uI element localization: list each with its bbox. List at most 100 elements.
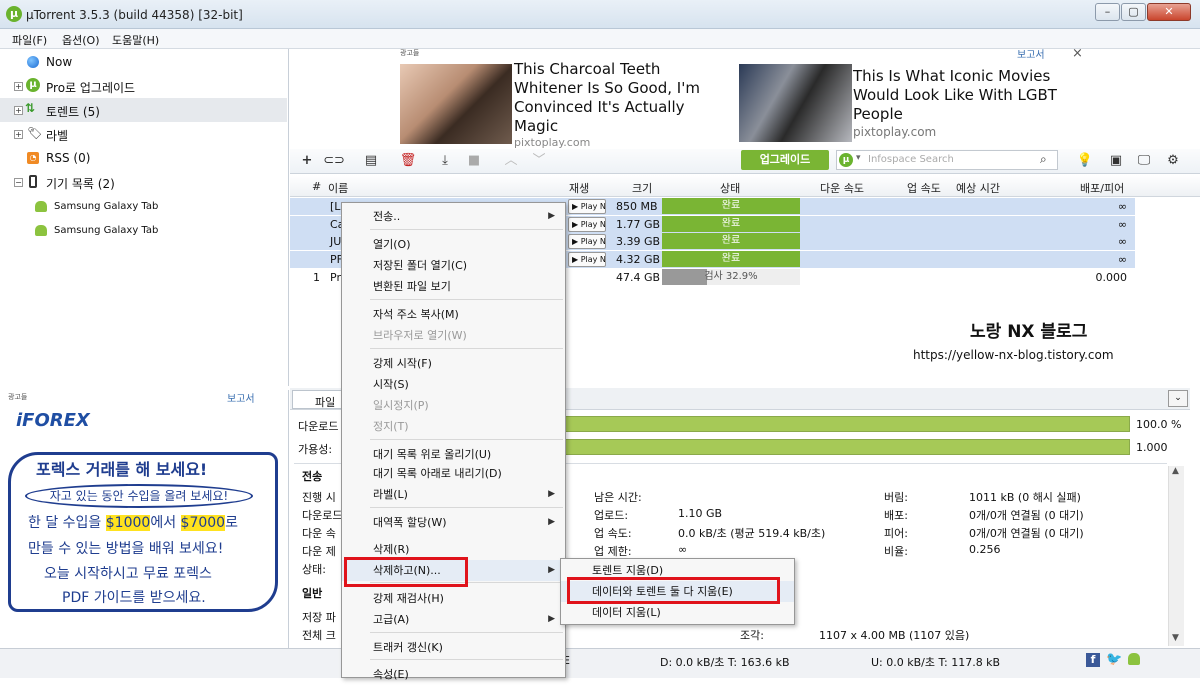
submenu-arrow-icon: ▶ <box>548 565 555 575</box>
add-url-icon[interactable]: ⊂⊃ <box>323 152 345 170</box>
ctx-properties[interactable]: 속성(E) <box>342 664 565 685</box>
col-up-speed[interactable]: 업 속도 <box>907 180 941 196</box>
ctx-open[interactable]: 열기(O) <box>342 234 565 255</box>
sidebar-item-devices[interactable]: − 기기 목록 (2) <box>0 170 287 194</box>
col-status[interactable]: 상태 <box>720 180 740 196</box>
menu-item-label: 라벨(L) <box>373 488 408 501</box>
transfer-heading: 전송 <box>302 470 323 483</box>
sidebar-item-labels[interactable]: + 🏷 라벨 <box>0 122 287 146</box>
field-value: 0.256 <box>969 543 1001 556</box>
globe-icon <box>27 56 39 68</box>
menu-file[interactable]: 파일(F) <box>12 32 47 48</box>
search-input[interactable]: Infospace Search <box>868 154 954 165</box>
row-size: 4.32 GB <box>616 253 661 266</box>
col-play[interactable]: 재생 <box>569 180 589 196</box>
bottom-ad-banner[interactable]: 광고들 보고서 iFOREX 포렉스 거래를 해 보세요! 자고 있는 동안 수… <box>0 390 289 648</box>
ad2-image[interactable] <box>739 64 852 142</box>
ctx-queue-up[interactable]: 대기 목록 위로 올리기(U) <box>342 444 565 465</box>
sidebar-item-device-1[interactable]: Samsung Galaxy Tab <box>0 195 287 219</box>
search-icon[interactable]: ⌕ <box>1040 152 1047 167</box>
tab-files[interactable]: 파일 <box>292 390 342 409</box>
col-name[interactable]: 이름 <box>328 180 348 196</box>
ctx-label[interactable]: 라벨(L) ▶ <box>342 484 565 505</box>
menu-separator <box>370 659 563 660</box>
upgrade-button[interactable]: 업그레이드 <box>741 150 829 170</box>
top-ad-banner[interactable]: 광고들 보고서 × This Charcoal Teeth Whitener I… <box>290 46 1200 149</box>
submenu-arrow-icon: ▶ <box>548 614 555 624</box>
chat-icon[interactable]: ▣ <box>1105 152 1127 170</box>
scroll-down-icon[interactable]: ▼ <box>1172 633 1179 643</box>
facebook-icon[interactable]: f <box>1086 653 1100 667</box>
col-eta[interactable]: 예상 시간 <box>956 180 1000 196</box>
field-value: ∞ <box>678 543 688 556</box>
ad-report-link[interactable]: 보고서 <box>227 390 255 405</box>
ctx-open-browser[interactable]: 브라우저로 열기(W) <box>342 325 565 346</box>
col-down-speed[interactable]: 다운 속도 <box>820 180 864 196</box>
ctx-queue-down[interactable]: 대기 목록 아래로 내리기(D) <box>342 463 565 484</box>
ctx-update-tracker[interactable]: 트래커 갱신(K) <box>342 637 565 658</box>
ctx-pause[interactable]: 일시정지(P) <box>342 395 565 416</box>
sidebar-item-device-2[interactable]: Samsung Galaxy Tab <box>0 219 287 243</box>
monitor-icon[interactable]: 🖵 <box>1133 152 1155 170</box>
minimize-button[interactable]: – <box>1095 3 1120 21</box>
ctx-bandwidth[interactable]: 대역폭 할당(W) ▶ <box>342 512 565 533</box>
ctx-force-start[interactable]: 강제 시작(F) <box>342 353 565 374</box>
expand-icon[interactable]: + <box>14 82 23 91</box>
bulb-icon[interactable]: 💡 <box>1074 152 1096 170</box>
gear-icon[interactable]: ⚙ <box>1162 152 1184 170</box>
delete-icon[interactable]: 🗑 <box>397 152 419 170</box>
ad2-text[interactable]: This Is What Iconic Movies Would Look Li… <box>853 67 1078 124</box>
expand-icon[interactable]: + <box>14 130 23 139</box>
search-box[interactable]: µ ▾ Infospace Search ⌕ <box>836 150 1058 170</box>
maximize-button[interactable]: ▢ <box>1121 3 1146 21</box>
add-torrent-icon[interactable]: + <box>296 152 318 170</box>
field-label: 비율: <box>884 545 908 558</box>
ad-report-link[interactable]: 보고서 <box>1017 46 1045 61</box>
play-button[interactable]: ▶ Play N <box>568 199 606 214</box>
ctx-advanced[interactable]: 고급(A) ▶ <box>342 609 565 630</box>
android-icon[interactable] <box>1128 653 1140 665</box>
sidebar-item-rss[interactable]: ◔ RSS (0) <box>0 146 287 170</box>
expand-icon[interactable]: + <box>14 106 23 115</box>
col-ratio[interactable]: 배포/피어 <box>1080 180 1124 196</box>
search-dropdown-icon[interactable]: ▾ <box>856 153 861 163</box>
details-scrollbar[interactable]: ▲ ▼ <box>1168 466 1184 646</box>
close-button[interactable]: ✕ <box>1147 3 1191 21</box>
ctx-transfer[interactable]: 전송.. ▶ <box>342 206 565 227</box>
sidebar-item-upgrade[interactable]: + µ Pro로 업그레이드 <box>0 74 287 98</box>
torrent-arrows-icon: ⇅ <box>25 101 36 115</box>
ad1-text[interactable]: This Charcoal Teeth Whitener Is So Good,… <box>514 60 729 136</box>
col-num[interactable]: # <box>312 180 321 193</box>
move-up-icon[interactable]: ︿ <box>500 152 522 170</box>
ctx-open-folder[interactable]: 저장된 폴더 열기(C) <box>342 255 565 276</box>
sidebar-item-torrents[interactable]: + ⇅ 토렌트 (5) <box>0 98 287 122</box>
field-label: 다운로드 <box>302 509 343 522</box>
ctx-stop[interactable]: 정지(T) <box>342 416 565 437</box>
menu-item-label: 강제 재검사(H) <box>373 592 444 605</box>
ad1-image[interactable] <box>400 64 512 144</box>
ad-close-icon[interactable]: × <box>1072 46 1083 61</box>
tabs-dropdown-icon[interactable]: ⌄ <box>1168 390 1188 407</box>
col-size[interactable]: 크기 <box>632 180 652 196</box>
play-button[interactable]: ▶ Play N <box>568 234 606 249</box>
scroll-up-icon[interactable]: ▲ <box>1172 466 1179 476</box>
ctx-show-converted[interactable]: 변환된 파일 보기 <box>342 276 565 297</box>
collapse-icon[interactable]: − <box>14 178 23 187</box>
ctx-start[interactable]: 시작(S) <box>342 374 565 395</box>
ctx-force-recheck[interactable]: 강제 재검사(H) <box>342 588 565 609</box>
stop-icon[interactable]: ■ <box>463 152 485 170</box>
create-torrent-icon[interactable]: ▤ <box>360 152 382 170</box>
sidebar-item-now[interactable]: Now <box>0 50 287 74</box>
play-button[interactable]: ▶ Play N <box>568 217 606 232</box>
submenu-remove-data[interactable]: 데이터 지움(L) <box>561 602 794 623</box>
play-button[interactable]: ▶ Play N <box>568 252 606 267</box>
twitter-icon[interactable]: 🐦 <box>1106 652 1122 667</box>
menu-help[interactable]: 도움말(H) <box>112 32 159 48</box>
ad-line-6: PDF 가이드를 받으세요. <box>62 590 206 606</box>
download-icon[interactable]: ⤓ <box>434 152 456 170</box>
ctx-copy-magnet[interactable]: 자석 주소 복사(M) <box>342 304 565 325</box>
move-down-icon[interactable]: ﹀ <box>528 152 550 170</box>
menu-options[interactable]: 옵션(O) <box>62 32 99 48</box>
field-label: 배포: <box>884 509 908 522</box>
ad-line-4: 만들 수 있는 방법을 배워 보세요! <box>28 541 224 557</box>
